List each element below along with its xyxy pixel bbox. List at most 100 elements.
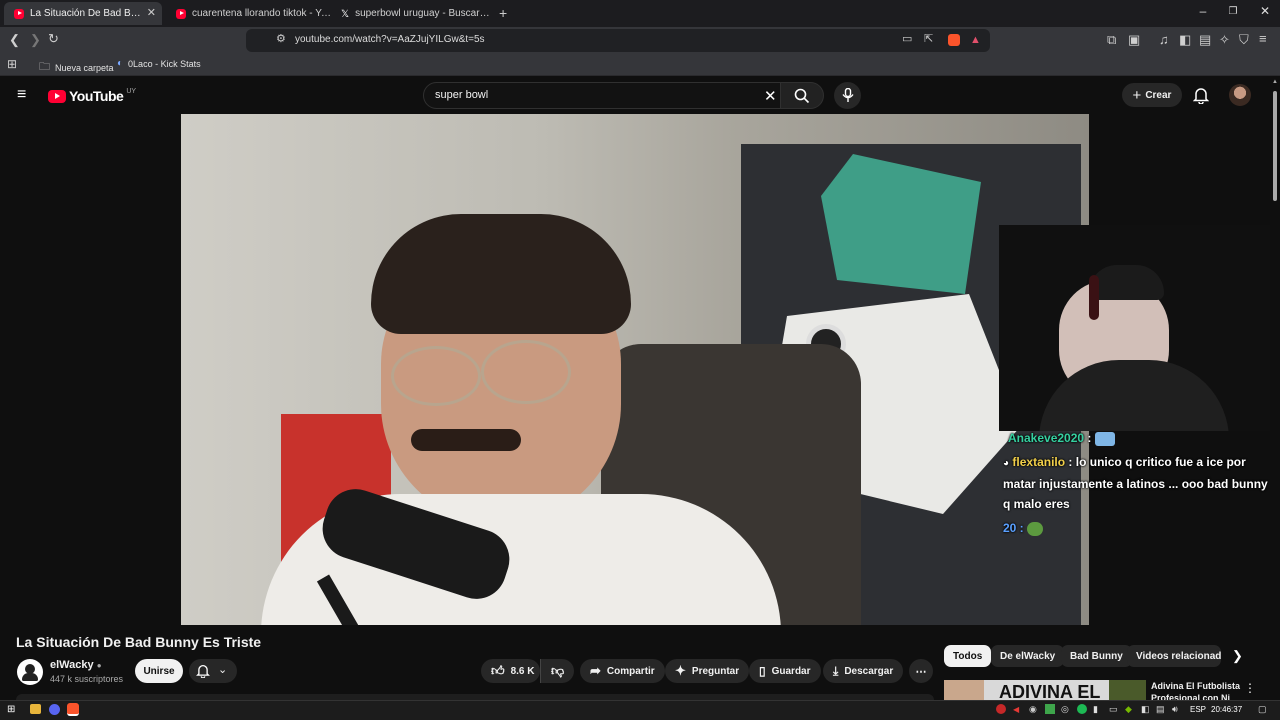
more-actions-button[interactable]: ⋯ bbox=[909, 659, 933, 683]
logo-text: YouTube bbox=[69, 88, 124, 104]
facecam-hair bbox=[1089, 265, 1164, 300]
search-icon bbox=[794, 88, 810, 104]
file-explorer-icon[interactable] bbox=[30, 704, 41, 714]
address-bar[interactable]: ⚙ youtube.com/watch?v=AaZJujYILGw&t=5s ▭… bbox=[246, 29, 990, 52]
chip-de-elwacky[interactable]: De elWacky bbox=[991, 645, 1065, 667]
brave-taskbar-icon[interactable] bbox=[67, 703, 79, 716]
recommendation-menu-icon[interactable]: ⋮ bbox=[1244, 681, 1256, 695]
menu-icon[interactable]: ≡ bbox=[1259, 32, 1267, 45]
create-button[interactable]: + Crear bbox=[1122, 83, 1182, 107]
wallet2-icon[interactable]: ▤ bbox=[1199, 33, 1211, 46]
ask-button[interactable]: ✦ Preguntar bbox=[665, 659, 750, 683]
spotify-icon[interactable] bbox=[1077, 704, 1087, 714]
new-tab-button[interactable]: + bbox=[499, 5, 507, 21]
download-button[interactable]: ⤓ Descargar bbox=[823, 659, 904, 683]
language-indicator[interactable]: ESP bbox=[1190, 705, 1206, 714]
forward-icon[interactable]: ❯ bbox=[30, 33, 41, 46]
site-info-icon[interactable]: ⚙ bbox=[276, 34, 286, 45]
tray-icon-1[interactable] bbox=[996, 704, 1006, 714]
bookmark-kick-stats[interactable]: ◐ 0Laco - Kick Stats bbox=[117, 58, 201, 69]
subscription-bell-button[interactable]: ⌄ bbox=[189, 659, 237, 683]
folder-icon: 🗀︎ bbox=[39, 61, 50, 73]
hamburger-menu-icon[interactable]: ≡ bbox=[17, 87, 26, 103]
search-button[interactable] bbox=[780, 82, 824, 109]
region-code: UY bbox=[126, 87, 137, 95]
recommendation-thumbnail[interactable]: ADIVINA EL bbox=[944, 680, 1146, 702]
chip-videos-relacionados[interactable]: Videos relacionados bbox=[1127, 645, 1221, 667]
restore-button[interactable]: ❐ bbox=[1218, 6, 1248, 17]
sidebar-icon[interactable]: ◧ bbox=[1179, 33, 1191, 46]
voice-search-button[interactable] bbox=[834, 82, 861, 109]
bookmark-nueva-carpeta[interactable]: 🗀︎ Nueva carpeta bbox=[39, 58, 114, 77]
page-scrollbar[interactable]: ▲ bbox=[1270, 77, 1280, 702]
glasses-right bbox=[481, 340, 571, 404]
extensions-icon[interactable]: ⧉ bbox=[1107, 33, 1116, 46]
youtube-logo[interactable]: YouTube UY bbox=[48, 88, 136, 104]
clear-search-icon[interactable]: ✕ bbox=[764, 87, 777, 105]
close-window-button[interactable]: ✕ bbox=[1250, 4, 1280, 18]
network-icon[interactable]: ▤ bbox=[1156, 704, 1165, 715]
share-icon[interactable]: ⇱ bbox=[924, 34, 933, 45]
notifications-bell-icon[interactable] bbox=[1193, 87, 1209, 104]
search-input[interactable]: super bowl bbox=[435, 89, 488, 101]
discord-icon[interactable] bbox=[49, 704, 60, 715]
tray-icon-4[interactable] bbox=[1045, 704, 1055, 714]
tab-cuarentena[interactable]: cuarentena llorando tiktok - YouTube bbox=[166, 2, 331, 25]
tray-icon-3[interactable]: ◉ bbox=[1029, 704, 1037, 715]
wallet-icon[interactable]: ▣ bbox=[1128, 33, 1140, 46]
volume-icon[interactable]: 🔊︎ bbox=[1172, 704, 1178, 715]
reload-icon[interactable]: ↻ bbox=[48, 32, 59, 45]
like-button[interactable]: 👍︎ 8.6 K bbox=[481, 659, 540, 683]
badge-icon: ◕ bbox=[1003, 458, 1010, 469]
chip-todos[interactable]: Todos bbox=[944, 645, 992, 667]
search-box[interactable]: super bowl ✕ bbox=[423, 82, 823, 109]
chevron-right-icon[interactable]: ❯ bbox=[1232, 648, 1243, 664]
music-icon[interactable]: ♫ bbox=[1159, 33, 1169, 46]
kick-icon: ◐ bbox=[117, 58, 124, 69]
tray-icon-2[interactable]: ◀ bbox=[1013, 705, 1019, 714]
chip-bad-bunny[interactable]: Bad Bunny bbox=[1061, 645, 1132, 667]
thumb-player bbox=[1109, 680, 1146, 702]
tray-icon-5[interactable]: ◎ bbox=[1061, 704, 1069, 715]
channel-name[interactable]: elWacky ● bbox=[50, 659, 102, 671]
close-icon[interactable]: ✕ bbox=[147, 6, 156, 19]
windows-start-icon[interactable]: ⊞ bbox=[7, 704, 15, 715]
share-label: Compartir bbox=[606, 665, 655, 677]
recommendation-title[interactable]: Adivina El Futbolista Profesional con Ni bbox=[1151, 680, 1251, 702]
dislike-button[interactable]: 👎︎ bbox=[540, 659, 574, 683]
cast-icon[interactable]: ▭ bbox=[902, 34, 912, 45]
tab-label: La Situación De Bad Bunny Es Triste bbox=[30, 8, 142, 19]
vpn-icon[interactable]: ⛉ bbox=[1239, 33, 1249, 46]
back-icon[interactable]: ❮ bbox=[9, 33, 20, 46]
join-button[interactable]: Unirse bbox=[135, 659, 183, 683]
subscriber-count: 447 k suscriptores bbox=[50, 674, 124, 684]
tray-icon-8[interactable]: ▭ bbox=[1109, 704, 1118, 715]
brave-shields-icon[interactable] bbox=[948, 34, 960, 46]
video-player[interactable] bbox=[181, 114, 1089, 625]
nvidia-icon[interactable]: ◆ bbox=[1125, 704, 1132, 715]
tray-icon-7[interactable]: ▮ bbox=[1093, 704, 1098, 715]
bookmark-label: Nueva carpeta bbox=[55, 62, 114, 73]
tab-bad-bunny[interactable]: La Situación De Bad Bunny Es Triste ✕ bbox=[4, 2, 162, 25]
save-button[interactable]: ▯ Guardar bbox=[749, 659, 821, 683]
channel-name-text: elWacky bbox=[50, 659, 94, 671]
apps-grid-icon[interactable]: ⊞ bbox=[7, 58, 17, 70]
streamer-hair bbox=[371, 214, 631, 334]
scroll-thumb[interactable] bbox=[1273, 91, 1277, 201]
minimize-button[interactable]: – bbox=[1188, 4, 1218, 18]
thumb-text: ADIVINA EL bbox=[999, 682, 1101, 702]
scroll-up-icon[interactable]: ▲ bbox=[1272, 79, 1278, 85]
brave-rewards-icon[interactable]: ▲ bbox=[970, 34, 981, 46]
youtube-icon bbox=[176, 8, 186, 19]
leo-ai-icon[interactable]: ✧ bbox=[1219, 33, 1230, 46]
share-button[interactable]: ➦ Compartir bbox=[580, 659, 665, 683]
notification-center-icon[interactable]: ▢ bbox=[1258, 704, 1267, 715]
url-text: youtube.com/watch?v=AaZJujYILGw&t=5s bbox=[295, 34, 485, 45]
more-icon: ⋯ bbox=[915, 665, 927, 678]
channel-avatar[interactable] bbox=[17, 659, 43, 685]
tab-superbowl-x[interactable]: 𝕏 superbowl uruguay - Buscar / X bbox=[331, 2, 491, 25]
tray-icon-10[interactable]: ◧ bbox=[1141, 704, 1150, 715]
user-avatar[interactable] bbox=[1229, 84, 1251, 106]
thumb-face bbox=[944, 680, 984, 702]
taskbar-clock[interactable]: 20:46:37 bbox=[1211, 705, 1242, 714]
